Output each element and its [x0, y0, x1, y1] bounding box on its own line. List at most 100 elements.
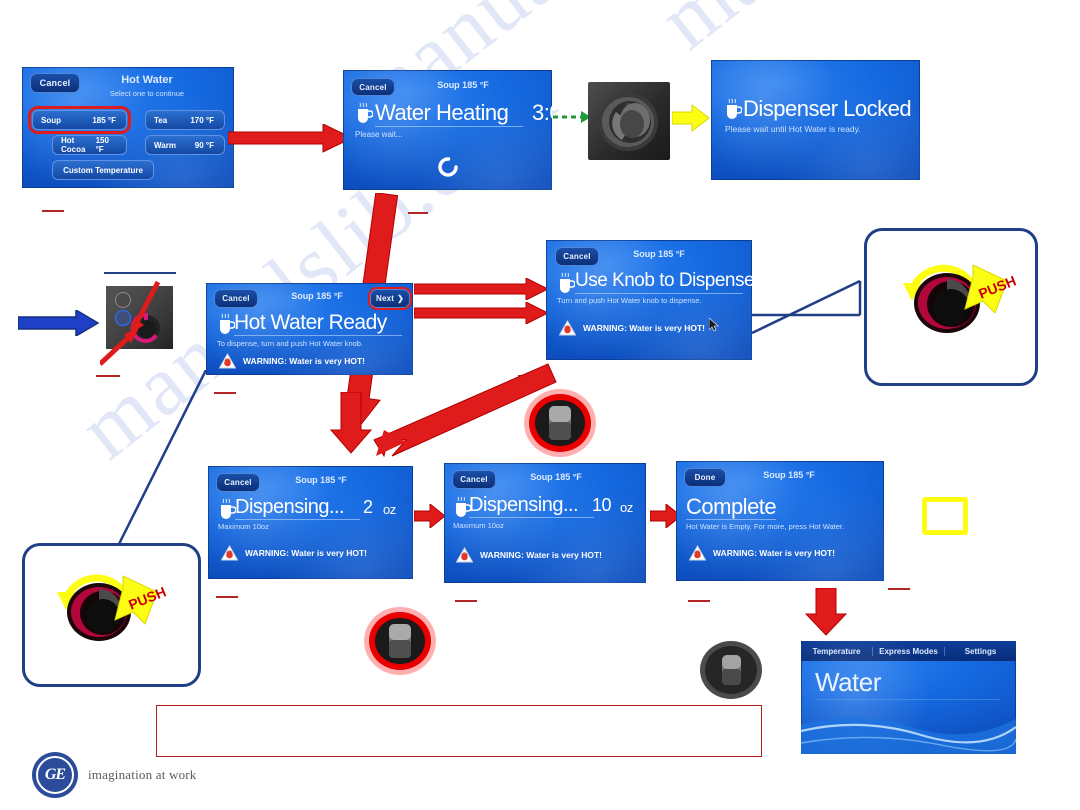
page-title: Water: [815, 667, 881, 697]
page-subtitle: Hot Water is Empty. For more, press Hot …: [686, 522, 845, 531]
option-custom-temperature[interactable]: Custom Temperature: [52, 160, 154, 180]
arrows-pointing-knob: [100, 280, 161, 366]
cancel-button[interactable]: Cancel: [555, 247, 599, 266]
option-hot-cocoa[interactable]: Hot Cocoa 150 °F: [52, 135, 127, 155]
option-tea[interactable]: Tea 170 °F: [145, 110, 225, 130]
brand-tagline: imagination at work: [88, 767, 197, 782]
page-subtitle: Maximum 10oz: [453, 521, 504, 530]
page-subtitle: To dispense, turn and push Hot Water kno…: [217, 339, 364, 348]
title-underline: [375, 126, 523, 127]
hot-cup-icon: [560, 272, 575, 293]
empty-highlight-box-yellow: [922, 497, 968, 535]
arrow-complete-to-water-home: [805, 588, 847, 636]
warning-triangle-icon: [689, 545, 706, 561]
option-temp: 185 °F: [92, 115, 116, 125]
cancel-button[interactable]: Cancel: [216, 473, 260, 492]
page-subtitle: Please wait...: [355, 130, 403, 139]
ge-logo-icon: GE: [32, 752, 78, 798]
arrow-blue-to-panel: [18, 310, 100, 336]
page-subtitle: Select one to continue: [109, 89, 185, 98]
water-home-screen[interactable]: Temperature Express Modes Settings Water: [801, 641, 1016, 754]
warning-text: WARNING: Water is very HOT!: [480, 550, 603, 560]
dispensed-amount: 2: [363, 497, 373, 517]
warning-triangle-icon: [219, 353, 236, 369]
warning-text: WARNING: Water is very HOT!: [713, 548, 836, 558]
knob-push-callout-left: PUSH: [22, 543, 201, 687]
page-title: Dispensing...: [235, 496, 345, 518]
hot-cup-icon: [727, 98, 742, 119]
warning-row: WARNING: Water is very HOT!: [559, 320, 705, 336]
page-title: Dispenser Locked: [743, 96, 912, 121]
warning-triangle-icon: [221, 545, 238, 561]
arrow-heating-to-knob: [553, 111, 591, 123]
option-temp: 170 °F: [190, 115, 214, 125]
annotation-dash: [216, 596, 238, 598]
warning-row: WARNING: Water is very HOT!: [689, 545, 835, 561]
dispensing-10oz-screen[interactable]: Cancel Soup 185 °F Dispensing... 10 oz M…: [444, 463, 646, 583]
option-temp: 90 °F: [194, 140, 214, 150]
dispensing-2oz-screen[interactable]: Cancel Soup 185 °F Dispensing... 2 oz Ma…: [208, 466, 413, 579]
annotation-dash: [888, 588, 910, 590]
dispenser-locked-screen[interactable]: Dispenser Locked Please wait until Hot W…: [711, 60, 920, 180]
ge-logo-text: GE: [36, 756, 74, 794]
brand-footer: GE imagination at work: [32, 752, 197, 798]
water-heating-screen[interactable]: Cancel Soup 185 °F Water Heating 3:00 Pl…: [343, 70, 552, 190]
knob-badge-graphic: [700, 641, 762, 699]
page-subtitle: Turn and push Hot Water knob to dispense…: [557, 296, 702, 305]
complete-screen[interactable]: Done Soup 185 °F Complete Hot Water is E…: [676, 461, 884, 581]
knob-badge-plain: [697, 638, 765, 707]
use-knob-to-dispense-screen[interactable]: Cancel Soup 185 °F Use Knob to Dispense …: [546, 240, 752, 360]
arrow-select-to-heating: [228, 124, 353, 153]
arrow-ready-to-useknob-top: [414, 278, 549, 300]
title-underline: [686, 519, 776, 520]
knob-badge-graphic: [364, 607, 436, 675]
dispensed-unit: oz: [383, 502, 396, 517]
annotation-dash: [214, 392, 236, 394]
empty-note-box: [156, 705, 762, 757]
hot-water-select-screen[interactable]: Cancel Hot Water Select one to continue …: [22, 67, 234, 188]
cancel-button[interactable]: Cancel: [214, 289, 258, 308]
watermark-text: manualslib.com: [640, 0, 1080, 69]
page-subtitle: Maximum 10oz: [218, 522, 269, 531]
loading-spinner-icon: [438, 157, 458, 177]
annotation-dash-blue: [104, 272, 176, 274]
knob-photo-dark: [588, 82, 670, 160]
arrow-2oz-to-10oz: [414, 504, 446, 528]
warning-row: WARNING: Water is very HOT!: [219, 353, 365, 369]
warning-triangle-icon: [456, 547, 473, 563]
knob-push-callout-right: PUSH: [864, 228, 1038, 386]
title-underline: [815, 699, 1000, 700]
screen-header: Soup 185 °F: [437, 80, 489, 90]
title-underline: [235, 519, 360, 520]
warning-triangle-icon: [559, 320, 576, 336]
cancel-button[interactable]: Cancel: [30, 73, 80, 93]
page-title: Dispensing...: [469, 494, 579, 516]
title-underline: [234, 335, 402, 336]
tab-bar: Temperature Express Modes Settings: [801, 641, 1016, 661]
option-soup[interactable]: Soup 185 °F: [28, 106, 131, 134]
next-button[interactable]: Next ❯: [368, 287, 412, 310]
screen-header: Soup 185 °F: [633, 249, 685, 259]
knob-badge-graphic: [524, 389, 596, 457]
water-wave-graphic: [801, 717, 1016, 754]
tab-settings[interactable]: Settings: [945, 647, 1016, 656]
option-label: Soup: [41, 115, 61, 125]
option-label: Custom Temperature: [63, 165, 143, 175]
cancel-button[interactable]: Cancel: [351, 78, 395, 96]
option-warm[interactable]: Warm 90 °F: [145, 135, 225, 155]
page-title: Hot Water: [121, 74, 173, 86]
page-title: Use Knob to Dispense: [575, 270, 752, 291]
warning-text: WARNING: Water is very HOT!: [245, 548, 368, 558]
cancel-button[interactable]: Cancel: [452, 470, 496, 489]
warning-text: WARNING: Water is very HOT!: [583, 323, 706, 333]
option-label: Tea: [154, 115, 168, 125]
page-title: Hot Water Ready: [234, 311, 387, 334]
done-button[interactable]: Done: [684, 468, 726, 487]
tab-temperature[interactable]: Temperature: [801, 646, 873, 656]
page-subtitle: Please wait until Hot Water is ready.: [725, 124, 861, 134]
heating-timer: 3:00: [532, 100, 552, 125]
knob-photo-graphic: [598, 93, 658, 151]
connector-ready-to-callout-left: [116, 370, 208, 547]
tab-express-modes[interactable]: Express Modes: [873, 646, 945, 656]
warning-row: WARNING: Water is very HOT!: [456, 547, 602, 563]
